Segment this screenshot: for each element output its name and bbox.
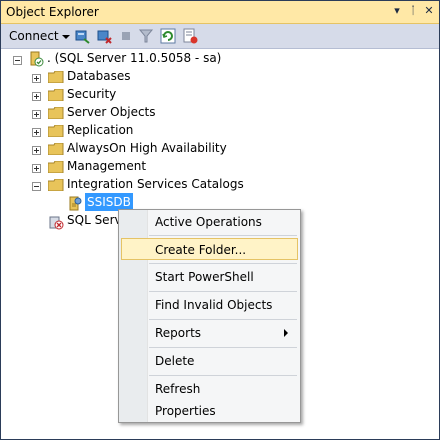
menu-item-label: Active Operations: [155, 215, 262, 229]
agent-icon: [49, 216, 64, 230]
tree-item-label: Management: [67, 159, 147, 173]
connect-button[interactable]: Connect: [5, 27, 74, 45]
menu-item-active-operations[interactable]: Active Operations: [121, 211, 298, 233]
menu-item-start-powershell[interactable]: Start PowerShell: [121, 266, 298, 288]
folder-icon: [48, 107, 64, 119]
tree-item-label: Databases: [67, 69, 131, 83]
tree-item-label: Security: [67, 87, 117, 101]
menu-separator: [149, 319, 297, 320]
menu-separator: [149, 235, 297, 236]
menu-item-properties[interactable]: Properties: [121, 400, 298, 422]
window-position-icon[interactable]: ▾: [390, 4, 404, 18]
menu-separator: [149, 347, 297, 348]
menu-separator: [149, 375, 297, 376]
folder-icon: [48, 143, 64, 155]
auto-hide-pin-icon[interactable]: ᛙ: [406, 4, 420, 18]
stop-icon[interactable]: [117, 27, 135, 45]
menu-separator: [149, 291, 297, 292]
menu-item-label: Create Folder...: [155, 243, 247, 257]
expand-toggle[interactable]: [32, 146, 41, 155]
refresh-icon[interactable]: [159, 27, 177, 45]
filter-icon[interactable]: [137, 27, 155, 45]
chevron-down-icon: [61, 34, 70, 39]
connect-object-explorer-icon[interactable]: [73, 27, 91, 45]
expand-toggle[interactable]: [32, 92, 41, 101]
context-menu: Active Operations Create Folder... Start…: [118, 209, 301, 423]
menu-separator: [149, 263, 297, 264]
title-bar: Object Explorer ▾ ᛙ ✕: [1, 1, 439, 24]
menu-item-label: Delete: [155, 354, 195, 368]
collapse-toggle-server[interactable]: [13, 56, 22, 65]
expand-toggle[interactable]: [32, 128, 41, 137]
close-icon[interactable]: ✕: [422, 4, 436, 18]
folder-icon: [48, 71, 64, 83]
disconnect-icon[interactable]: [95, 27, 113, 45]
menu-item-delete[interactable]: Delete: [121, 350, 298, 372]
activity-monitor-icon[interactable]: [181, 27, 199, 45]
server-icon: [30, 51, 44, 67]
menu-item-label: Refresh: [155, 382, 201, 396]
menu-item-create-folder[interactable]: Create Folder...: [121, 238, 298, 260]
menu-item-label: Properties: [155, 404, 216, 418]
tree-item-label: Integration Services Catalogs: [67, 177, 244, 191]
window-title: Object Explorer: [6, 5, 99, 19]
menu-item-label: Find Invalid Objects: [155, 298, 273, 312]
tree-item-label: Replication: [67, 123, 134, 137]
server-node-label[interactable]: . (SQL Server 11.0.5058 - sa): [47, 49, 221, 67]
folder-icon: [48, 179, 64, 191]
expand-toggle[interactable]: [32, 164, 41, 173]
menu-item-find-invalid-objects[interactable]: Find Invalid Objects: [121, 294, 298, 316]
object-explorer-window: Object Explorer ▾ ᛙ ✕ Connect . (SQL Ser…: [0, 0, 440, 440]
folder-icon: [48, 89, 64, 101]
tree-item-label: AlwaysOn High Availability: [67, 141, 227, 155]
expand-toggle[interactable]: [32, 110, 41, 119]
menu-item-reports[interactable]: Reports: [121, 322, 298, 344]
toolbar: Connect: [1, 24, 439, 49]
submenu-arrow-icon: [284, 329, 288, 337]
menu-item-refresh[interactable]: Refresh: [121, 378, 298, 400]
tree-item-label: Server Objects: [67, 105, 156, 119]
folder-icon: [48, 161, 64, 173]
catalog-icon: [69, 196, 82, 211]
folder-icon: [48, 125, 64, 137]
menu-item-label: Start PowerShell: [155, 270, 254, 284]
expand-toggle[interactable]: [32, 74, 41, 83]
menu-item-label: Reports: [155, 326, 202, 340]
collapse-toggle[interactable]: [32, 182, 41, 191]
connect-label: Connect: [9, 29, 59, 43]
